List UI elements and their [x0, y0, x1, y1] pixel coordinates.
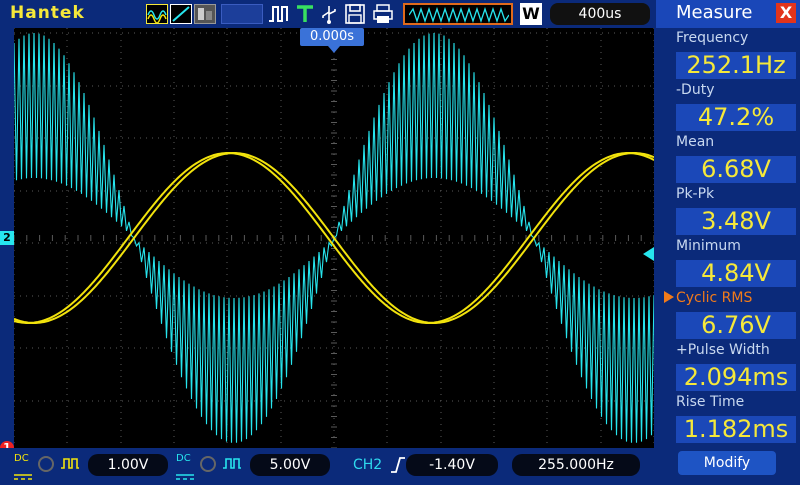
ch1-invert-icon[interactable] [60, 456, 80, 476]
measure-label-cyclic-rms: Cyclic RMS [676, 290, 753, 306]
ch1-bandwidth-limit-icon[interactable] [38, 456, 54, 472]
save-icon[interactable] [344, 4, 366, 24]
measure-label-pos-pulse-width: +Pulse Width [676, 342, 770, 358]
top-toolbar: Hantek W 400us [0, 0, 656, 28]
measure-value-minimum[interactable]: 4.84V [676, 260, 796, 287]
usb-icon [318, 4, 340, 24]
measure-label-mean: Mean [676, 134, 715, 150]
persistence-icon[interactable] [194, 4, 216, 24]
measure-header: Measure X [656, 0, 800, 28]
timebase-readout[interactable]: 400us [550, 3, 650, 25]
measure-value-pk-pk[interactable]: 3.48V [676, 208, 796, 235]
measure-label-frequency: Frequency [676, 30, 749, 46]
measure-label-neg-duty: -Duty [676, 82, 715, 98]
measure-label-pk-pk: Pk-Pk [676, 186, 715, 202]
pulse-trigger-icon[interactable] [268, 4, 290, 24]
measure-value-neg-duty[interactable]: 47.2% [676, 104, 796, 131]
waveform-display[interactable] [14, 28, 654, 448]
trigger-status-t-icon [294, 4, 316, 24]
trigger-frequency-readout: 255.000Hz [512, 454, 640, 476]
bottom-status-bar: DC 1.00V DC 5.00V CH2 -1.40V 255.000Hz [0, 448, 656, 480]
trigger-position-arrow-icon [328, 46, 340, 53]
window-mode-label: W [520, 3, 542, 25]
print-icon[interactable] [372, 4, 394, 24]
measure-value-frequency[interactable]: 252.1Hz [676, 52, 796, 79]
close-button[interactable]: X [776, 3, 796, 23]
brand-logo: Hantek [10, 3, 85, 23]
ch1-coupling-icon [14, 466, 32, 480]
measure-panel: Measure X Frequency 252.1Hz -Duty 47.2% … [656, 0, 800, 480]
measure-label-minimum: Minimum [676, 238, 741, 254]
trigger-level-marker-icon[interactable] [643, 247, 654, 261]
measure-value-mean[interactable]: 6.68V [676, 156, 796, 183]
trigger-level-readout[interactable]: -1.40V [406, 454, 498, 476]
measure-title: Measure [676, 2, 753, 23]
ch1-coupling-label: DC [14, 453, 29, 464]
display-mode-dots-icon[interactable] [170, 4, 192, 24]
ch1-volts-div-readout[interactable]: 1.00V [88, 454, 168, 476]
trigger-mode-box[interactable] [221, 4, 263, 24]
memory-waveform-overview[interactable] [403, 3, 513, 25]
measure-value-pos-pulse-width[interactable]: 2.094ms [676, 364, 796, 391]
measure-label-rise-time: Rise Time [676, 394, 745, 410]
measure-value-rise-time[interactable]: 1.182ms [676, 416, 796, 443]
trigger-rising-edge-icon[interactable] [390, 456, 406, 478]
ch2-coupling-icon [176, 466, 194, 480]
trigger-position-readout[interactable]: 0.000s [300, 28, 364, 46]
display-mode-vectors-icon[interactable] [146, 4, 168, 24]
ch2-invert-icon[interactable] [222, 456, 242, 476]
trigger-source-label: CH2 [353, 457, 383, 473]
waveform-canvas [14, 28, 654, 448]
ch2-coupling-label: DC [176, 453, 191, 464]
ch2-bandwidth-limit-icon[interactable] [200, 456, 216, 472]
ch2-volts-div-readout[interactable]: 5.00V [250, 454, 330, 476]
selected-item-arrow-icon [664, 291, 674, 303]
modify-button[interactable]: Modify [678, 451, 776, 475]
ch2-ground-marker[interactable]: 2 [0, 231, 14, 245]
measure-value-cyclic-rms[interactable]: 6.76V [676, 312, 796, 339]
